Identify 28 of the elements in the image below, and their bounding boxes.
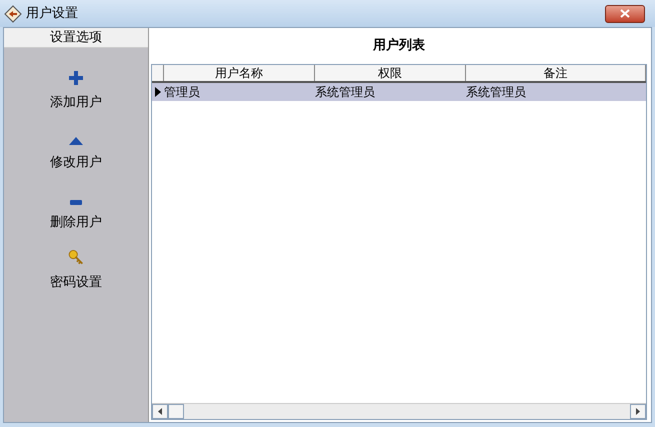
- column-header[interactable]: 备注: [466, 65, 646, 81]
- close-icon: [620, 9, 630, 18]
- scroll-left-button[interactable]: [152, 404, 168, 419]
- sidebar-item[interactable]: 修改用户: [26, 130, 126, 172]
- left-arrow-icon: [158, 408, 162, 415]
- sidebar-item[interactable]: 删除用户: [26, 190, 126, 232]
- table-cell-text: 管理员: [164, 84, 201, 101]
- right-arrow-icon: [636, 408, 640, 415]
- panel-title: 用户列表: [372, 36, 426, 56]
- table-row[interactable]: 管理员 系统管理员 系统管理员: [152, 83, 646, 101]
- table-cell-text: 系统管理员: [466, 84, 527, 101]
- sidebar-header: 设置选项: [4, 28, 148, 48]
- minus-icon: [70, 200, 82, 204]
- horizontal-scrollbar[interactable]: [152, 403, 646, 419]
- row-pointer-icon: [155, 87, 161, 97]
- scroll-right-button[interactable]: [630, 404, 646, 419]
- close-button[interactable]: [605, 4, 645, 22]
- column-header[interactable]: 用户名称: [164, 65, 315, 81]
- sidebar-item[interactable]: 密码设置: [26, 250, 126, 292]
- triangle-icon: [69, 136, 83, 144]
- window-title: 用户设置: [26, 4, 79, 23]
- table-cell-text: 系统管理员: [315, 84, 376, 101]
- plus-icon: [69, 70, 83, 84]
- sidebar-item[interactable]: 添加用户: [26, 70, 126, 112]
- app-icon: [4, 4, 22, 22]
- key-icon: [68, 250, 84, 264]
- column-header[interactable]: 权限: [315, 65, 466, 81]
- scroll-thumb[interactable]: [168, 404, 184, 419]
